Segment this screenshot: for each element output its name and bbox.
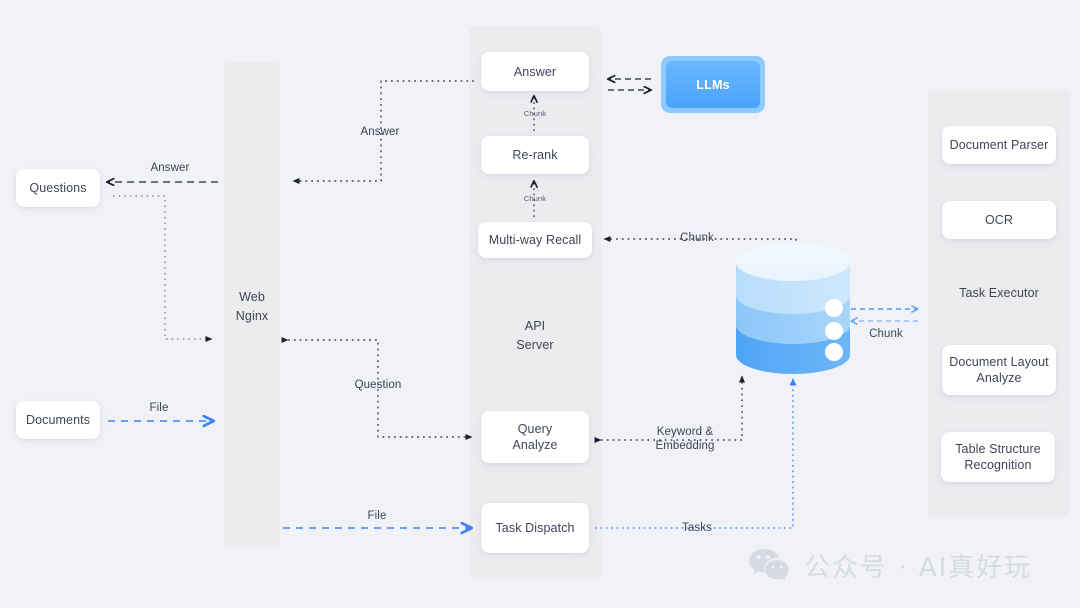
edge-label-answer-down: Answer bbox=[360, 126, 400, 138]
edge-label-chunk-rerank-to-answer: Chunk bbox=[523, 109, 547, 118]
edge-label-file-to-dispatch: File bbox=[367, 510, 387, 522]
node-query-analyze[interactable]: Query Analyze bbox=[481, 411, 589, 463]
edge-label-chunk-db-to-recall: Chunk bbox=[680, 232, 714, 244]
node-document-parser[interactable]: Document Parser bbox=[942, 126, 1056, 164]
api-server-line2: Server bbox=[516, 338, 554, 352]
edge-label-chunk-recall-to-rerank: Chunk bbox=[523, 194, 547, 203]
edge-label-question: Question bbox=[354, 379, 402, 391]
edge-label-chunk-db-executor: Chunk bbox=[869, 328, 903, 340]
node-re-rank[interactable]: Re-rank bbox=[481, 136, 589, 174]
keyword-embedding-line2: Embedding bbox=[655, 440, 715, 452]
web-nginx-line1: Web bbox=[239, 290, 265, 304]
node-llms[interactable]: LLMs bbox=[661, 56, 765, 113]
node-llms-label: LLMs bbox=[666, 61, 760, 108]
query-analyze-line2: Analyze bbox=[512, 438, 558, 452]
diagram-canvas: Web Nginx API Server Task Executor Quest… bbox=[0, 0, 1080, 608]
panel-task-executor-label: Task Executor bbox=[959, 286, 1039, 300]
table-line2: Recognition bbox=[964, 458, 1032, 472]
vector-database-icon bbox=[736, 243, 850, 374]
watermark-text: 公众号 · AI真好玩 bbox=[804, 552, 1033, 583]
edge-tasks-to-db bbox=[595, 378, 797, 529]
keyword-embedding-line1: Keyword & bbox=[656, 426, 714, 438]
edge-questions-to-web bbox=[113, 195, 213, 343]
watermark: 公众号 · AI真好玩 bbox=[748, 541, 1068, 589]
node-task-dispatch[interactable]: Task Dispatch bbox=[481, 503, 589, 553]
node-documents[interactable]: Documents bbox=[16, 401, 100, 439]
edge-label-answer-to-questions: Answer bbox=[150, 162, 190, 174]
table-line1: Table Structure bbox=[955, 442, 1041, 456]
edge-label-file-from-documents: File bbox=[149, 402, 169, 414]
wechat-icon bbox=[749, 549, 789, 581]
web-nginx-line2: Nginx bbox=[235, 309, 269, 323]
layout-line2: Analyze bbox=[976, 371, 1022, 385]
layout-line1: Document Layout bbox=[949, 355, 1049, 369]
node-questions[interactable]: Questions bbox=[16, 169, 100, 207]
node-answer[interactable]: Answer bbox=[481, 52, 589, 91]
node-table-structure-recognition[interactable]: Table Structure Recognition bbox=[941, 432, 1055, 482]
edge-label-tasks: Tasks bbox=[682, 522, 712, 534]
panel-web-nginx-label: Web Nginx bbox=[224, 288, 280, 326]
node-document-layout-analyze[interactable]: Document Layout Analyze bbox=[942, 345, 1056, 395]
panel-api-server-label: API Server bbox=[469, 317, 601, 355]
node-multi-way-recall[interactable]: Multi-way Recall bbox=[478, 222, 592, 258]
edge-label-keyword-embedding: Keyword & Embedding bbox=[628, 425, 742, 453]
node-ocr[interactable]: OCR bbox=[942, 201, 1056, 239]
api-server-line1: API bbox=[524, 319, 546, 333]
query-analyze-line1: Query bbox=[517, 422, 553, 436]
